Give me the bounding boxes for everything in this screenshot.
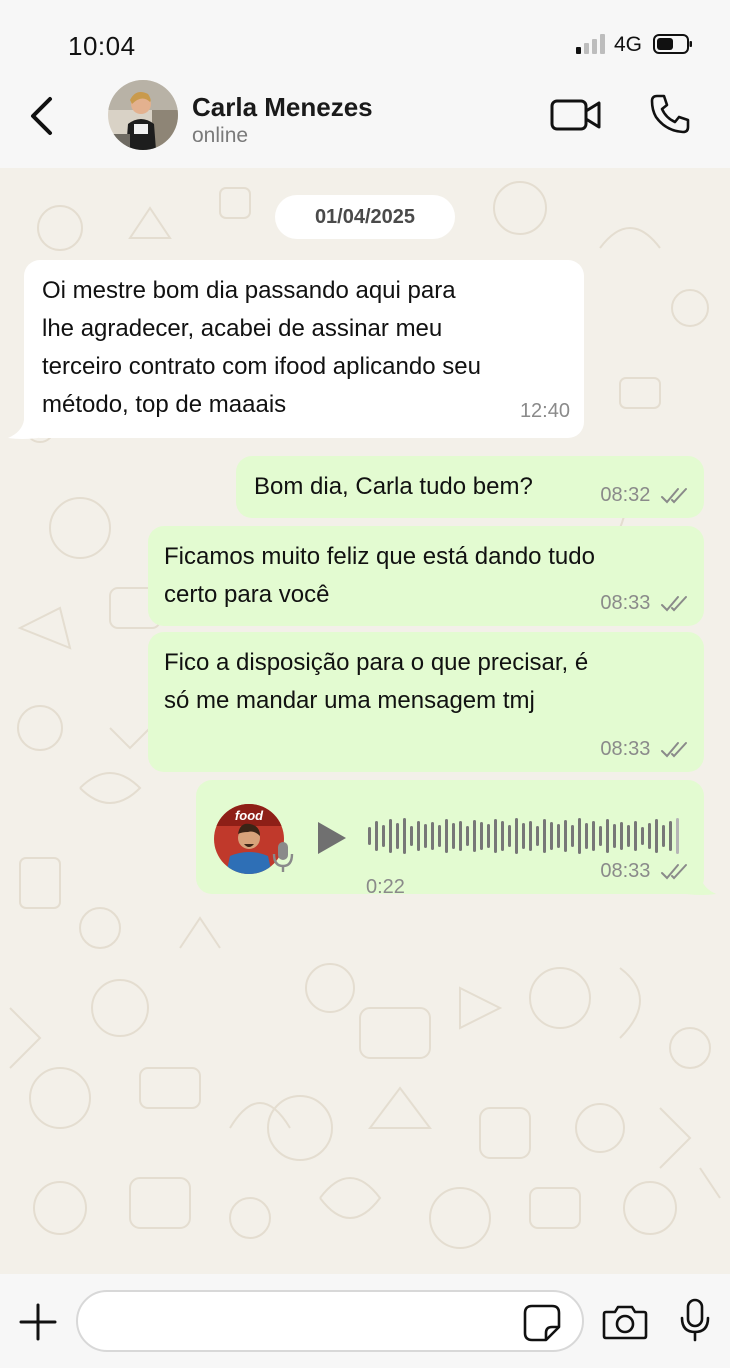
message-time: 08:32: [600, 484, 651, 506]
waveform-bar: [431, 822, 434, 850]
waveform-bar: [417, 821, 420, 851]
message-line: lhe agradecer, acabei de assinar meu: [42, 315, 443, 342]
waveform-bar: [382, 825, 385, 847]
message-bubble-outgoing[interactable]: Ficamos muito feliz que está dando tudo …: [148, 526, 704, 626]
waveform-bar: [410, 826, 413, 846]
message-line: certo para você: [164, 581, 330, 608]
phone-icon[interactable]: [648, 92, 692, 136]
waveform-bar: [466, 826, 469, 846]
waveform-bar: [438, 825, 441, 847]
waveform-bar: [641, 827, 644, 845]
contact-status: online: [192, 124, 249, 147]
waveform-bar: [676, 818, 679, 854]
waveform-bar: [627, 825, 630, 847]
waveform-bar: [515, 818, 518, 854]
waveform-bar: [494, 819, 497, 853]
double-check-icon: [661, 487, 687, 504]
message-line: Fico a disposição para o que precisar, é: [164, 649, 589, 676]
waveform-bar: [445, 819, 448, 853]
network-type: 4G: [614, 33, 643, 56]
message-time: 08:33: [600, 738, 651, 760]
waveform-bar: [375, 821, 378, 851]
waveform-bar: [620, 822, 623, 850]
double-check-icon: [661, 595, 687, 612]
signal-strength-icon: [576, 34, 608, 54]
waveform-bar: [368, 827, 371, 845]
message-time: 12:40: [519, 400, 570, 422]
voice-duration: 0:22: [366, 876, 405, 898]
voice-message-bubble[interactable]: food 0:22 08:33: [196, 780, 704, 898]
waveform-bar: [501, 821, 504, 851]
waveform-bar: [578, 818, 581, 854]
message-line: só me mandar uma mensagem tmj: [164, 687, 535, 714]
waveform-bar: [403, 818, 406, 854]
waveform-bar: [452, 823, 455, 849]
message-meta: 08:32: [600, 476, 690, 514]
message-meta: 08:33: [600, 584, 690, 622]
chat-header: Carla Menezes online: [0, 78, 730, 168]
status-time: 10:04: [68, 31, 136, 61]
composer-bar: [0, 1274, 730, 1368]
waveform-bar: [669, 821, 672, 851]
waveform-bar: [536, 826, 539, 846]
play-icon[interactable]: [314, 818, 348, 858]
waveform-bar: [550, 822, 553, 850]
double-check-icon: [661, 741, 687, 758]
sticker-icon[interactable]: [522, 1303, 562, 1343]
waveform-bar: [480, 822, 483, 850]
message-meta: 08:33: [600, 852, 690, 890]
waveform-bar: [543, 819, 546, 853]
battery-icon: [653, 34, 692, 54]
message-bubble-incoming[interactable]: Oi mestre bom dia passando aqui para lhe…: [24, 260, 584, 438]
message-line: método, top de maaais: [42, 391, 287, 418]
waveform-bar: [606, 819, 609, 853]
message-bubble-outgoing[interactable]: Fico a disposição para o que precisar, é…: [148, 632, 704, 772]
waveform-bar: [571, 825, 574, 847]
waveform-bar: [599, 826, 602, 846]
message-time: 08:33: [600, 592, 651, 614]
contact-avatar[interactable]: [108, 80, 178, 150]
waveform-bar: [592, 821, 595, 851]
message-line: Oi mestre bom dia passando aqui para: [42, 277, 456, 304]
waveform-bar: [634, 821, 637, 851]
waveform-bar: [613, 824, 616, 848]
message-time: 08:33: [600, 860, 651, 882]
plus-icon[interactable]: [18, 1302, 58, 1342]
contact-name[interactable]: Carla Menezes: [192, 92, 373, 123]
waveform-bar: [389, 819, 392, 853]
camera-icon[interactable]: [602, 1304, 648, 1340]
video-camera-icon[interactable]: [550, 96, 602, 134]
chevron-left-icon[interactable]: [26, 94, 60, 138]
chat-area[interactable]: 01/04/2025 Oi mestre bom dia passando aq…: [0, 168, 730, 1274]
waveform-bar: [459, 821, 462, 851]
avatar-logo-text: food: [235, 808, 264, 823]
waveform-bar: [655, 819, 658, 853]
message-input[interactable]: [76, 1290, 584, 1352]
message-line: Ficamos muito feliz que está dando tudo: [164, 543, 595, 570]
double-check-icon: [661, 863, 687, 880]
message-meta: 08:33: [600, 730, 690, 768]
message-bubble-outgoing[interactable]: Bom dia, Carla tudo bem? 08:32: [236, 456, 704, 518]
waveform-bar: [508, 825, 511, 847]
waveform-bar: [585, 823, 588, 849]
waveform-bar: [473, 820, 476, 852]
message-line: terceiro contrato com ifood aplicando se…: [42, 353, 481, 380]
waveform-bar: [564, 820, 567, 852]
microphone-icon: [272, 842, 294, 872]
microphone-icon[interactable]: [678, 1298, 712, 1342]
waveform-bar: [522, 823, 525, 849]
waveform-bar: [529, 821, 532, 851]
date-chip: 01/04/2025: [275, 195, 455, 239]
waveform-bar: [557, 824, 560, 848]
audio-waveform[interactable]: [366, 816, 682, 856]
waveform-bar: [648, 823, 651, 849]
status-bar: 10:04 4G: [0, 0, 730, 78]
waveform-bar: [396, 823, 399, 849]
waveform-bar: [487, 824, 490, 848]
message-line: Bom dia, Carla tudo bem?: [254, 473, 533, 500]
waveform-bar: [424, 824, 427, 848]
waveform-bar: [662, 825, 665, 847]
